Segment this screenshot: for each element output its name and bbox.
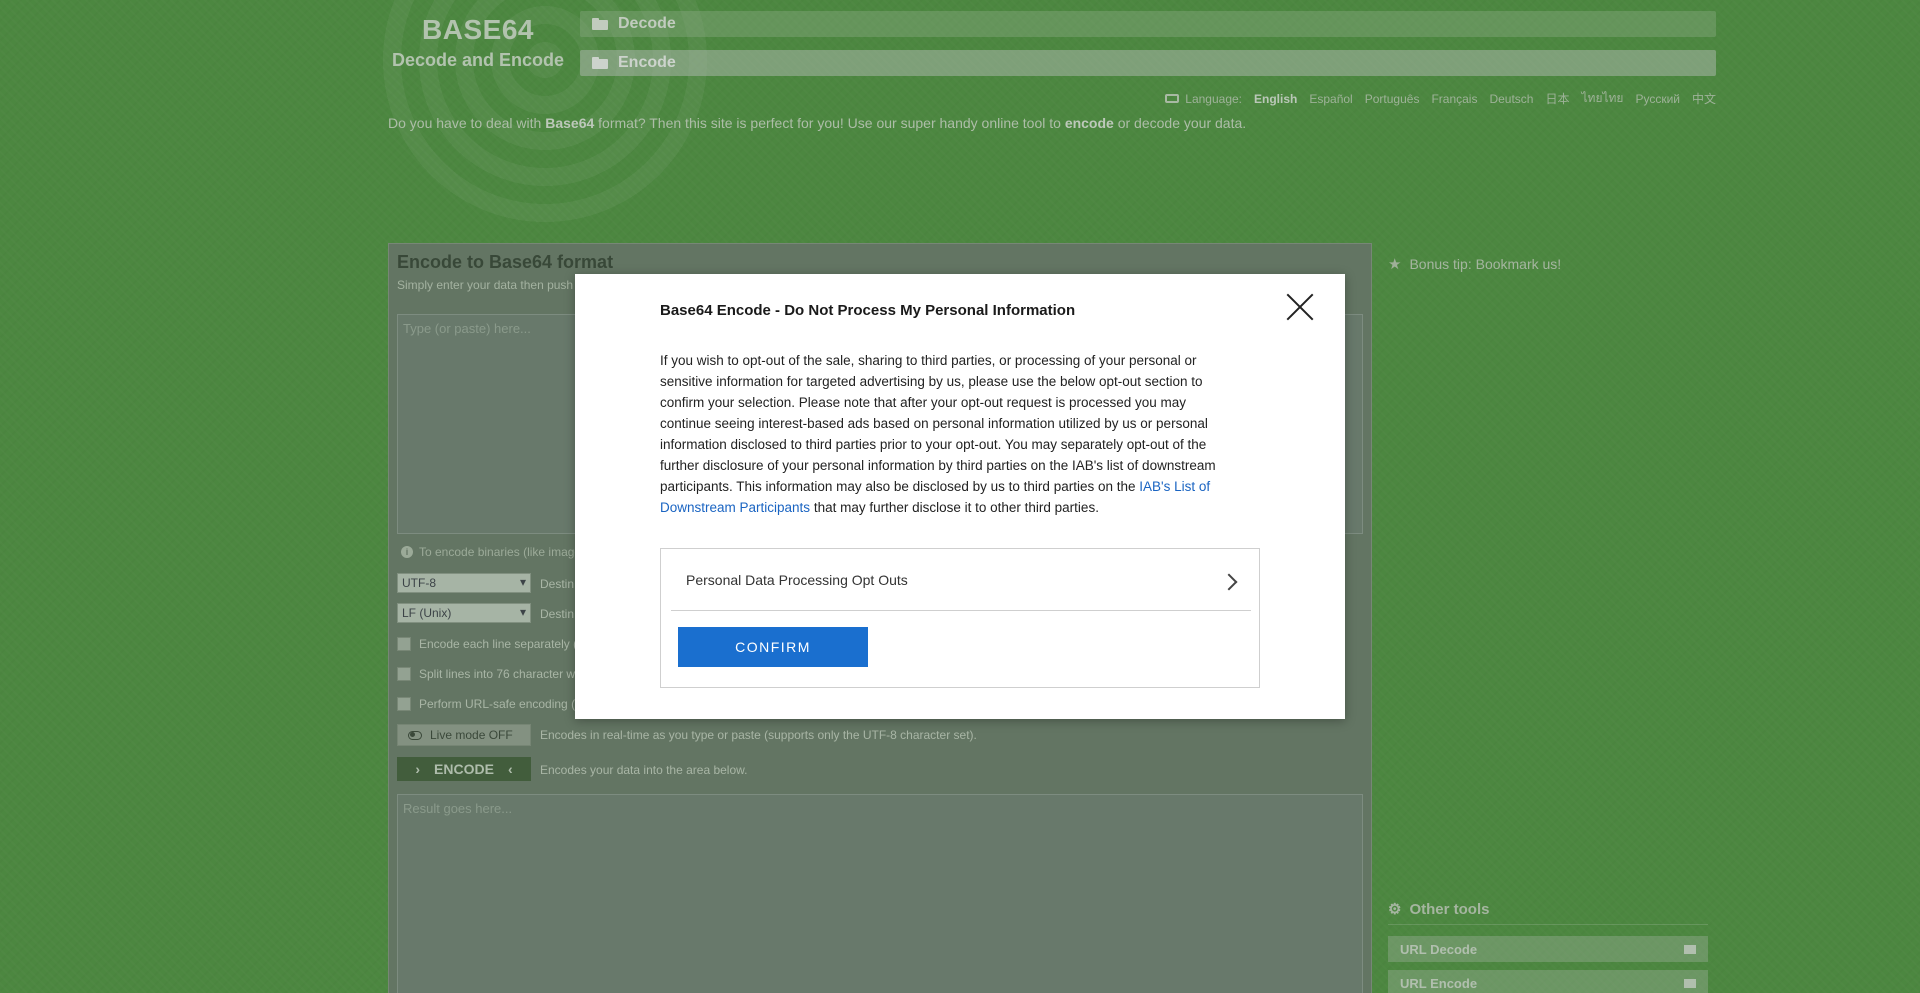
modal-body-text: If you wish to opt-out of the sale, shar… — [660, 353, 1216, 494]
modal-title: Base64 Encode - Do Not Process My Person… — [660, 302, 1076, 319]
modal-body-end: that may further disclose it to other th… — [810, 500, 1099, 515]
close-icon[interactable] — [1285, 292, 1315, 322]
optout-label: Personal Data Processing Opt Outs — [686, 571, 908, 588]
optout-row[interactable]: Personal Data Processing Opt Outs — [671, 549, 1251, 611]
confirm-button[interactable]: CONFIRM — [678, 627, 868, 667]
modal-body: If you wish to opt-out of the sale, shar… — [660, 350, 1240, 518]
optout-section: Personal Data Processing Opt Outs CONFIR… — [660, 548, 1260, 688]
chevron-right-icon — [1220, 573, 1238, 591]
privacy-modal: Base64 Encode - Do Not Process My Person… — [575, 274, 1345, 719]
